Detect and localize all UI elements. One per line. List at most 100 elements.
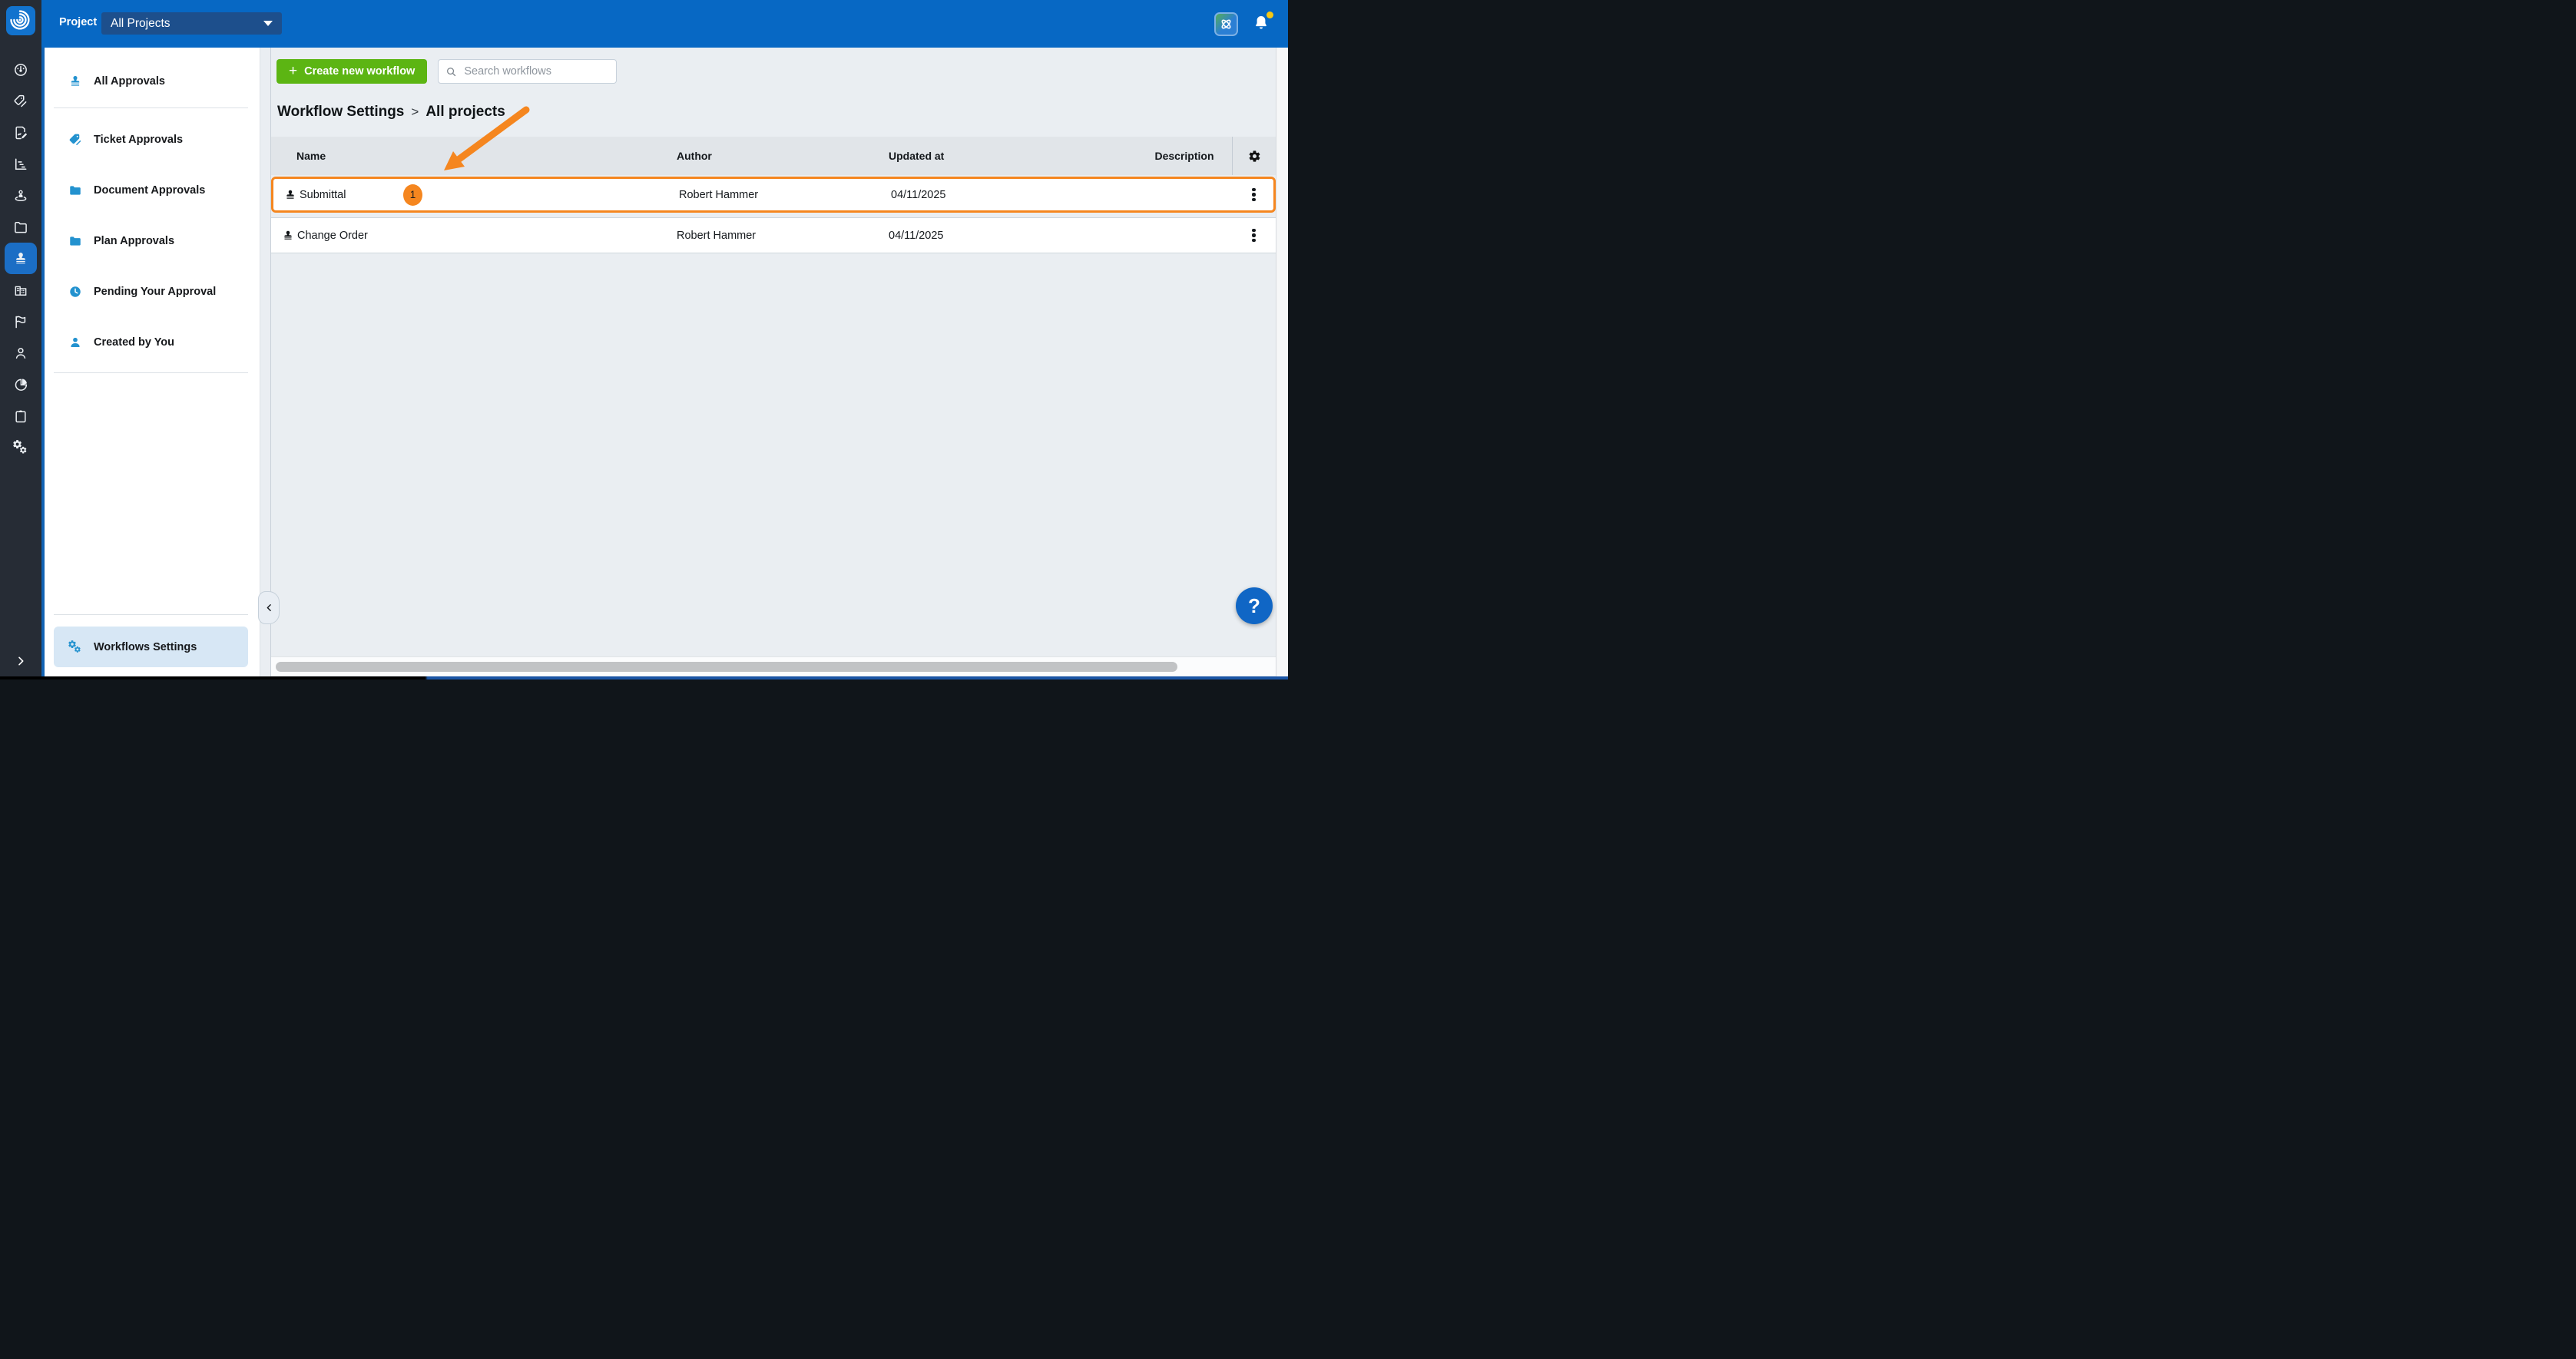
chevron-left-icon bbox=[264, 603, 274, 613]
sidebar-item-label: Pending Your Approval bbox=[94, 286, 216, 298]
project-selector-value: All Projects bbox=[111, 17, 171, 31]
sidebar: All Approvals Ticket Approvals Document Ap… bbox=[45, 48, 260, 680]
breadcrumb: Workflow Settings > All projects bbox=[277, 104, 1276, 121]
topbar-actions bbox=[1214, 0, 1271, 48]
column-header-updated[interactable]: Updated at bbox=[889, 150, 1137, 162]
integrations-icon bbox=[1219, 17, 1233, 31]
rail-item-files[interactable] bbox=[0, 211, 41, 243]
row-menu-button[interactable] bbox=[1246, 185, 1261, 205]
table-rows: Submittal Robert Hammer 04/11/2025 1 Cha… bbox=[271, 177, 1276, 253]
sidebar-divider bbox=[54, 107, 248, 108]
search-workflows-input[interactable] bbox=[462, 64, 609, 78]
buildings-icon bbox=[13, 283, 28, 298]
sidebar-item-label: Plan Approvals bbox=[94, 235, 174, 247]
folder-outline-icon bbox=[13, 220, 28, 235]
rail-nav bbox=[0, 54, 41, 463]
rail-item-flags[interactable] bbox=[0, 306, 41, 337]
annotation-step-badge: 1 bbox=[403, 184, 422, 206]
rail-item-reports[interactable] bbox=[0, 148, 41, 180]
integrations-button[interactable] bbox=[1214, 12, 1238, 36]
workflow-author: Robert Hammer bbox=[677, 230, 889, 242]
rail-item-people[interactable] bbox=[0, 337, 41, 369]
rail-item-checklists[interactable] bbox=[0, 400, 41, 432]
create-workflow-button[interactable]: + Create new workflow bbox=[276, 59, 427, 84]
gears-icon bbox=[13, 440, 28, 455]
breadcrumb-parent[interactable]: Workflow Settings bbox=[277, 104, 404, 121]
rail-item-forms[interactable] bbox=[0, 117, 41, 148]
tags-outline-icon bbox=[13, 94, 28, 109]
page-scrollbar-gutter bbox=[1276, 48, 1288, 680]
sidebar-item-created-by-you[interactable]: Created by You bbox=[45, 327, 260, 358]
column-header-author[interactable]: Author bbox=[677, 150, 889, 162]
table-row-submittal[interactable]: Submittal Robert Hammer 04/11/2025 1 bbox=[271, 177, 1276, 213]
sidebar-item-label: Workflows Settings bbox=[94, 641, 197, 653]
horizontal-scrollbar-track[interactable] bbox=[271, 656, 1276, 676]
folder-icon bbox=[68, 184, 82, 197]
column-header-description[interactable]: Description bbox=[1137, 150, 1232, 162]
sidebar-item-document-approvals[interactable]: Document Approvals bbox=[45, 175, 260, 206]
horizontal-scrollbar-thumb[interactable] bbox=[276, 662, 1177, 672]
notification-dot bbox=[1266, 12, 1273, 18]
toolbar: + Create new workflow bbox=[276, 59, 1276, 84]
create-workflow-label: Create new workflow bbox=[304, 65, 415, 78]
form-icon bbox=[13, 125, 28, 141]
app-root: Project All Projects All ApprovalsTicket bbox=[0, 0, 1288, 680]
workflow-name: Submittal bbox=[300, 189, 346, 201]
rail-item-dashboard[interactable] bbox=[0, 54, 41, 85]
help-button[interactable]: ? bbox=[1236, 587, 1273, 624]
app-logo[interactable] bbox=[6, 6, 35, 35]
stamp-icon bbox=[282, 230, 294, 242]
search-workflows-box bbox=[438, 59, 617, 84]
table-row-change-order[interactable]: Change Order Robert Hammer 04/11/2025 bbox=[271, 217, 1276, 253]
chevron-right-icon bbox=[15, 655, 27, 667]
column-header-name[interactable]: Name bbox=[271, 150, 677, 162]
window-bottom-edge bbox=[0, 676, 1288, 680]
site-icon bbox=[13, 188, 28, 203]
workflow-updated-at: 04/11/2025 bbox=[891, 189, 1139, 201]
sidebar-item-label: Created by You bbox=[94, 336, 174, 349]
sidebar-accent-strip bbox=[41, 48, 45, 680]
sidebar-item-pending-your-approval[interactable]: Pending Your Approval bbox=[45, 276, 260, 307]
rail-item-analytics[interactable] bbox=[0, 369, 41, 400]
notifications-button[interactable] bbox=[1251, 14, 1271, 34]
breadcrumb-separator: > bbox=[411, 104, 419, 120]
row-menu-button[interactable] bbox=[1246, 226, 1261, 246]
row-actions-cell bbox=[1232, 226, 1276, 246]
logo-arcs-icon bbox=[10, 10, 31, 31]
workflows-table: Name Author Updated at Description Submi… bbox=[271, 137, 1276, 253]
workflow-name: Change Order bbox=[297, 230, 368, 242]
clipboard-icon bbox=[13, 408, 28, 424]
search-icon bbox=[445, 66, 457, 78]
gear-icon bbox=[1248, 150, 1261, 163]
workflow-author: Robert Hammer bbox=[679, 189, 891, 201]
clock-icon bbox=[68, 285, 82, 299]
left-icon-rail bbox=[0, 0, 41, 680]
person-outline-icon bbox=[13, 346, 28, 361]
sidebar-item-plan-approvals[interactable]: Plan Approvals bbox=[45, 226, 260, 256]
rail-item-tags[interactable] bbox=[0, 85, 41, 117]
workflow-updated-at: 04/11/2025 bbox=[889, 230, 1137, 242]
collapse-sidebar-button[interactable] bbox=[258, 591, 280, 624]
sidebar-divider bbox=[54, 614, 248, 615]
tags-icon bbox=[68, 133, 82, 147]
column-settings-cell[interactable] bbox=[1232, 137, 1276, 175]
folder-icon bbox=[68, 234, 82, 248]
stamp-icon bbox=[13, 251, 28, 266]
table-header: Name Author Updated at Description bbox=[271, 137, 1276, 175]
sidebar-item-workflows-settings[interactable]: Workflows Settings bbox=[54, 627, 248, 667]
flag-icon bbox=[13, 314, 28, 329]
sidebar-item-label: Ticket Approvals bbox=[94, 134, 183, 146]
workflow-name-cell: Change Order bbox=[271, 230, 677, 242]
rail-item-site[interactable] bbox=[0, 180, 41, 211]
rail-item-approvals[interactable] bbox=[0, 243, 41, 274]
topbar: Project All Projects bbox=[41, 0, 1288, 48]
project-selector-dropdown[interactable]: All Projects bbox=[101, 12, 282, 35]
workflow-name-cell: Submittal bbox=[273, 189, 679, 201]
rail-item-company[interactable] bbox=[0, 274, 41, 306]
rail-item-settings[interactable] bbox=[0, 432, 41, 463]
person-icon bbox=[68, 336, 82, 349]
sidebar-item-ticket-approvals[interactable]: Ticket Approvals bbox=[45, 124, 260, 155]
gears-icon bbox=[68, 640, 82, 654]
expand-rail-button[interactable] bbox=[0, 650, 41, 672]
sidebar-item-all-approvals[interactable]: All Approvals bbox=[45, 66, 260, 97]
